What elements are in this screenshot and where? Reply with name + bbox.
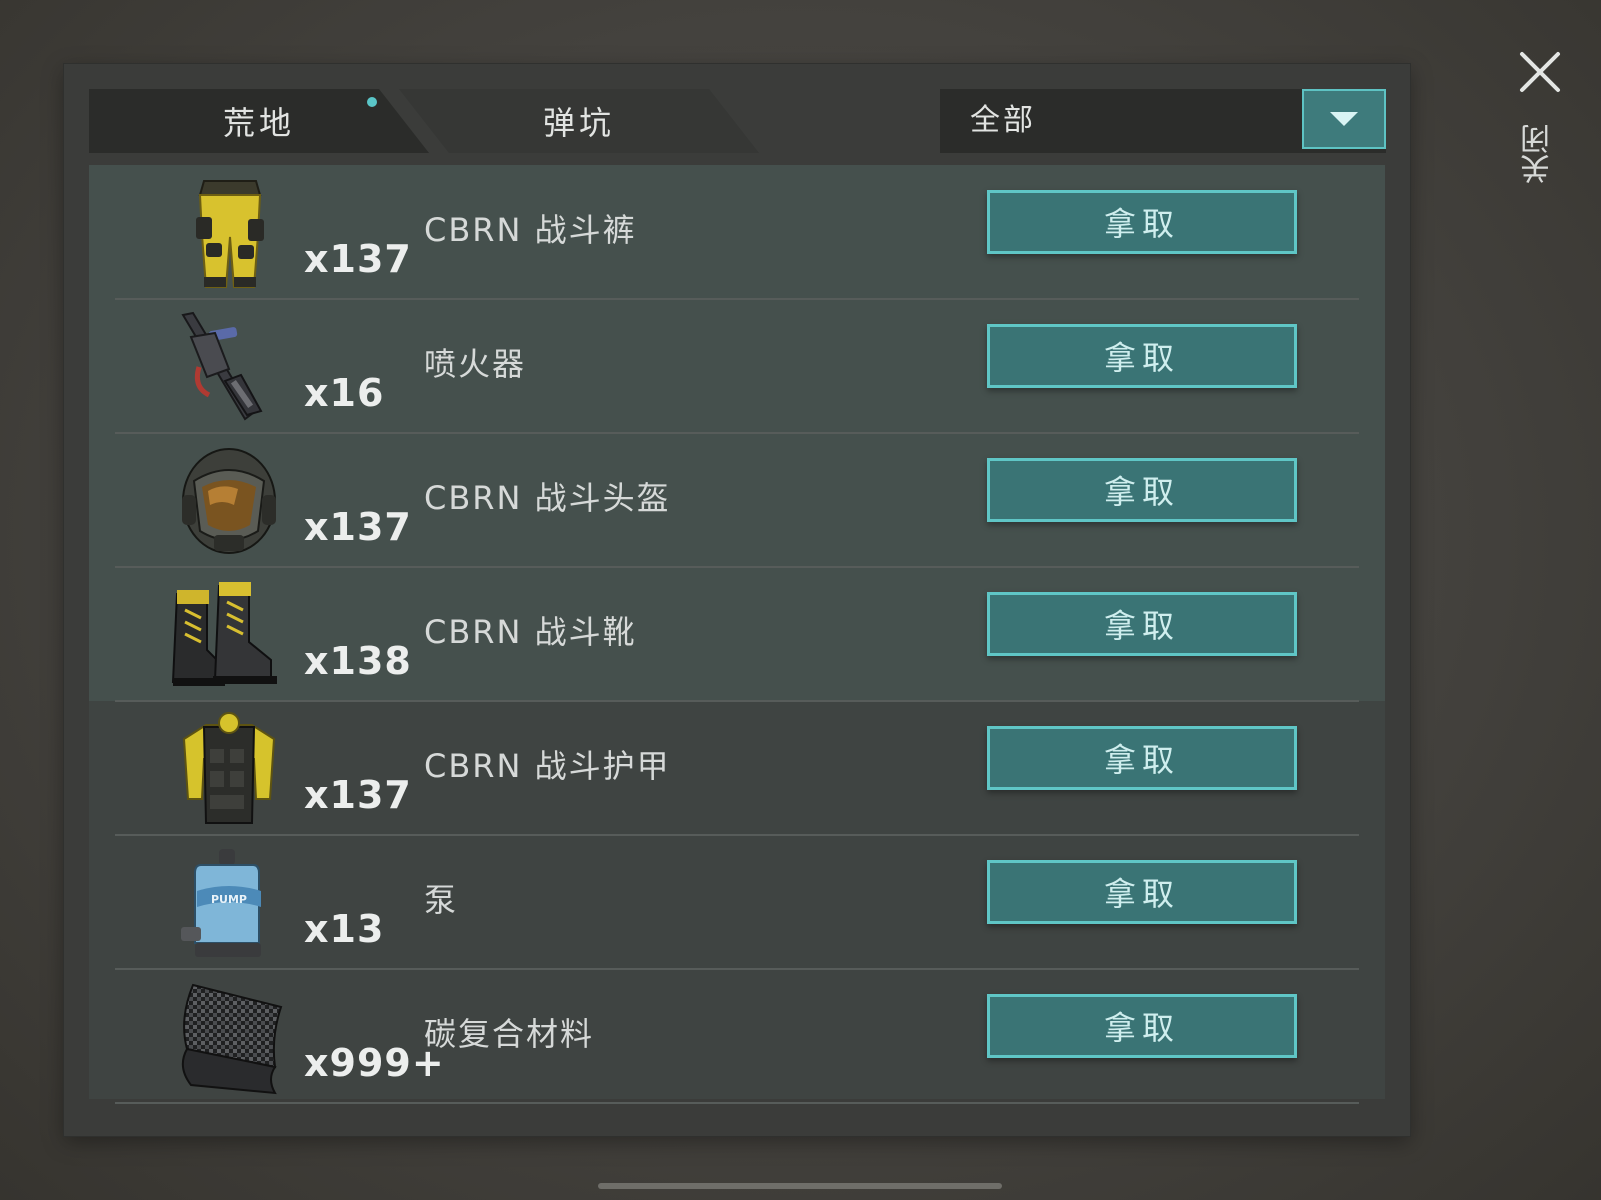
take-button[interactable]: 拿取 [987,592,1297,656]
take-button-label: 拿取 [1103,741,1180,779]
take-button-label: 拿取 [1103,205,1180,243]
list-item: PUMP x13 泵 拿取 [89,835,1385,970]
take-button-label: 拿取 [1103,339,1180,377]
item-quantity: x13 [304,907,385,951]
cbrn-helmet-icon [167,439,291,563]
take-button-label: 拿取 [1103,473,1180,511]
dropdown-toggle-button[interactable] [1302,89,1386,149]
close-icon [1520,52,1560,92]
tab-wasteland[interactable]: 荒地 [89,89,429,153]
list-item: x138 CBRN 战斗靴 拿取 [89,567,1385,702]
item-quantity: x137 [304,505,412,549]
take-button-label: 拿取 [1103,875,1180,913]
item-list[interactable]: x137 CBRN 战斗裤 拿取 x16 喷火器 拿取 x137 CBRN 战斗… [89,165,1385,1104]
tab-crater[interactable]: 弹坑 [399,89,759,153]
item-name: CBRN 战斗裤 [424,211,637,249]
item-name: 喷火器 [424,345,527,383]
take-button[interactable]: 拿取 [987,190,1297,254]
list-item: x16 喷火器 拿取 [89,299,1385,434]
item-quantity: x16 [304,371,385,415]
cbrn-boots-icon [167,573,291,697]
pump-label-text: PUMP [211,893,247,906]
take-button[interactable]: 拿取 [987,726,1297,790]
flamethrower-icon [167,305,291,429]
close-label[interactable]: 关闭 [1521,124,1562,184]
item-name: 泵 [424,881,459,919]
item-name: 碳复合材料 [424,1015,595,1053]
list-item: x137 CBRN 战斗护甲 拿取 [89,701,1385,836]
new-indicator-dot [367,97,377,107]
close-button[interactable] [1516,48,1564,96]
carbon-composite-icon [167,975,291,1099]
item-name: CBRN 战斗护甲 [424,747,671,785]
take-button-label: 拿取 [1103,1009,1180,1047]
list-item: x137 CBRN 战斗头盔 拿取 [89,433,1385,568]
item-quantity: x138 [304,639,412,683]
take-button[interactable]: 拿取 [987,458,1297,522]
tab-crater-label: 弹坑 [542,104,615,142]
cbrn-armor-icon [167,707,291,831]
take-button[interactable]: 拿取 [987,994,1297,1058]
tab-wasteland-label: 荒地 [222,104,295,142]
item-name: CBRN 战斗靴 [424,613,637,651]
take-button[interactable]: 拿取 [987,860,1297,924]
take-button-label: 拿取 [1103,607,1180,645]
cbrn-pants-icon [167,171,291,295]
chevron-down-icon [1330,112,1358,126]
take-button[interactable]: 拿取 [987,324,1297,388]
item-quantity: x137 [304,773,412,817]
item-quantity: x137 [304,237,412,281]
category-filter-dropdown[interactable]: 全部 [940,89,1386,153]
list-item: x137 CBRN 战斗裤 拿取 [89,165,1385,300]
storage-panel: 荒地 弹坑 全部 x137 CBRN 战斗裤 拿取 x16 喷火器 拿取 x13… [64,64,1410,1136]
item-name: CBRN 战斗头盔 [424,479,671,517]
category-filter-value: 全部 [970,103,1036,138]
pump-icon: PUMP [167,841,291,965]
row-divider [115,1102,1359,1104]
list-item: x999+ 碳复合材料 拿取 [89,969,1385,1104]
home-indicator[interactable] [598,1183,1002,1189]
